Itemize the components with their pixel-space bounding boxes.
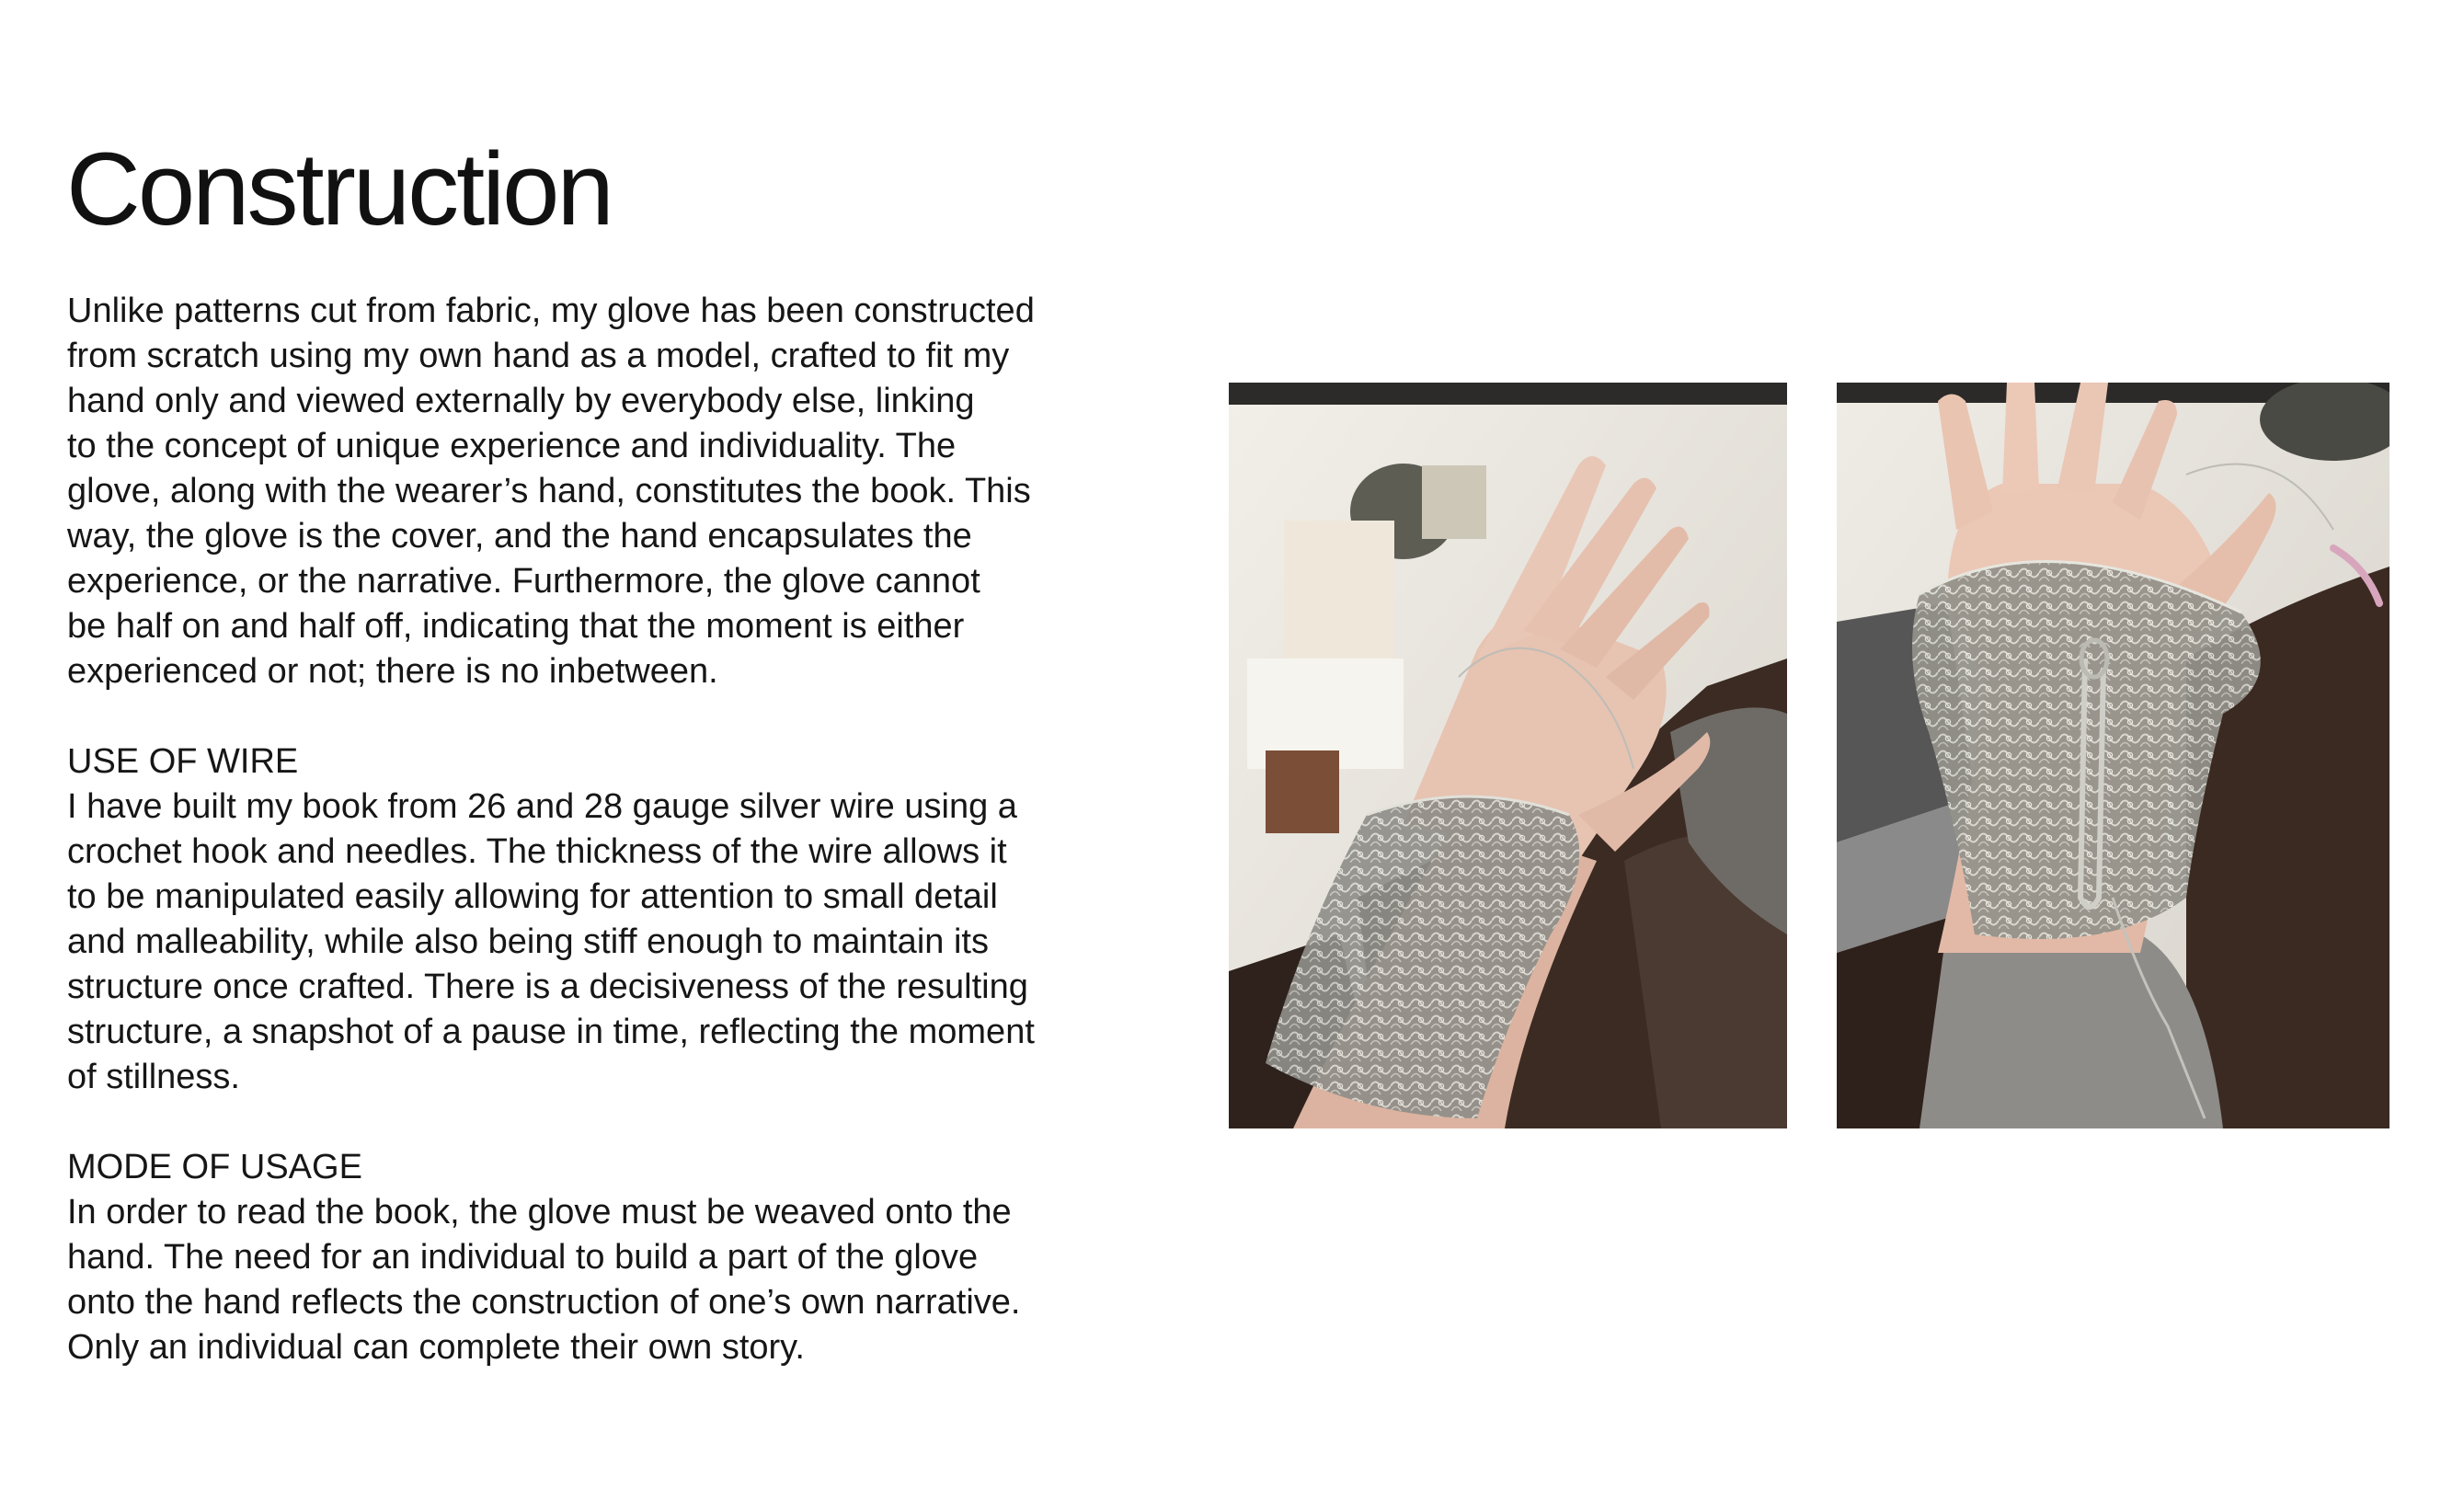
photo-glove-palm-side-image	[1837, 383, 2389, 1128]
usage-section-heading: MODE OF USAGE	[67, 1148, 362, 1186]
intro-paragraph: Unlike patterns cut from fabric, my glov…	[67, 292, 1035, 691]
photo-glove-palm-side	[1837, 383, 2389, 1128]
page: Construction Unlike patterns cut from fa…	[0, 0, 2441, 1512]
photo-glove-back-of-hand-image	[1229, 383, 1787, 1128]
usage-section-paragraph: In order to read the book, the glove mus…	[67, 1193, 1021, 1367]
page-title: Construction	[66, 132, 614, 246]
wire-section-heading: USE OF WIRE	[67, 742, 299, 781]
photo-glove-back-of-hand	[1229, 383, 1787, 1128]
text-column: Unlike patterns cut from fabric, my glov…	[67, 289, 1134, 1370]
wire-section-paragraph: I have built my book from 26 and 28 gaug…	[67, 787, 1035, 1096]
